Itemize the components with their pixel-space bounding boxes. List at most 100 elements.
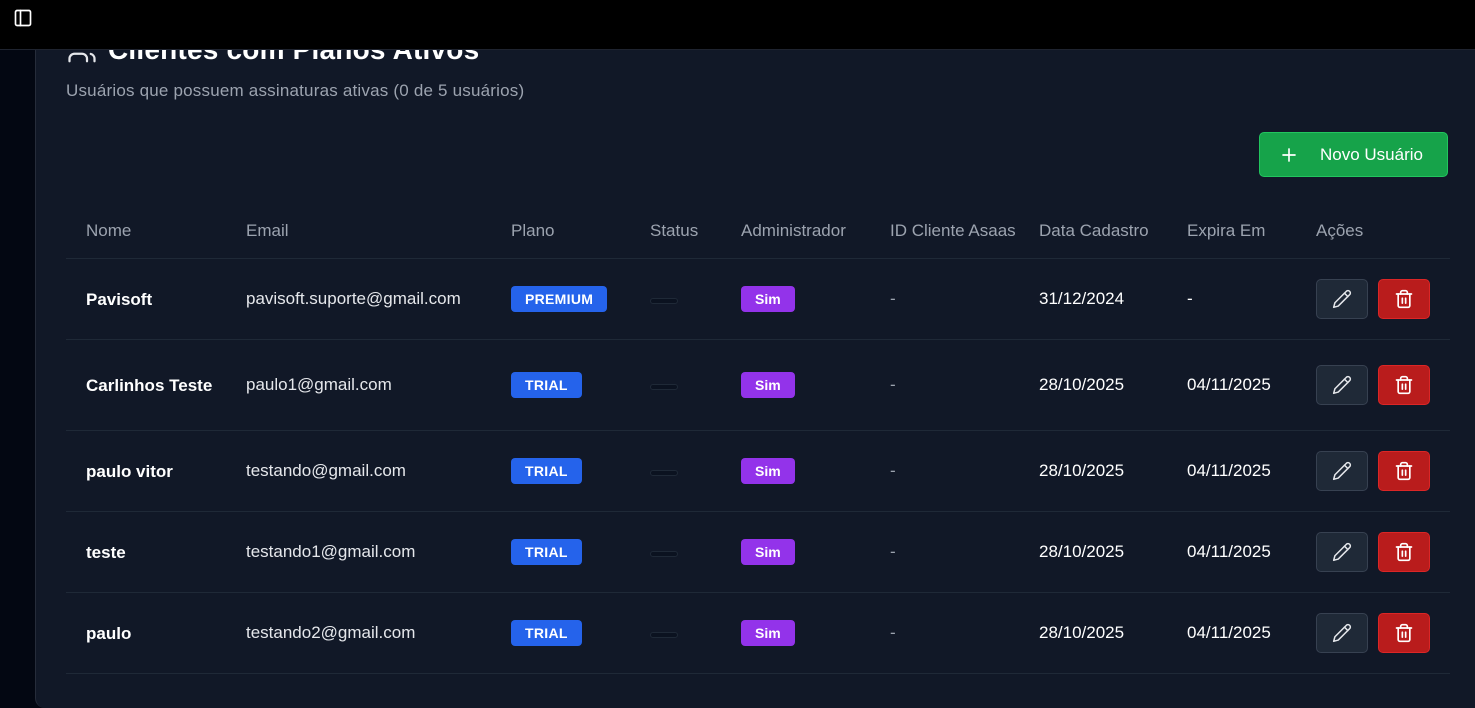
asaas-id: - bbox=[870, 511, 1019, 593]
plan-cell: PREMIUM bbox=[491, 258, 630, 340]
row-actions bbox=[1316, 365, 1450, 405]
created-date: 28/10/2025 bbox=[1019, 511, 1167, 593]
user-name: teste bbox=[66, 511, 226, 593]
row-actions bbox=[1316, 613, 1450, 653]
delete-button[interactable] bbox=[1378, 613, 1430, 653]
trash-icon bbox=[1395, 461, 1413, 481]
actions-cell bbox=[1296, 339, 1450, 431]
status-indicator bbox=[650, 470, 678, 476]
expiry-date: 04/11/2025 bbox=[1167, 592, 1296, 674]
trash-icon bbox=[1395, 375, 1413, 395]
table-row: Carlinhos Teste paulo1@gmail.com TRIAL S… bbox=[66, 339, 1450, 431]
edit-button[interactable] bbox=[1316, 613, 1368, 653]
users-table: Nome Email Plano Status Administrador ID… bbox=[66, 202, 1450, 674]
delete-button[interactable] bbox=[1378, 532, 1430, 572]
user-email: testando1@gmail.com bbox=[226, 511, 491, 593]
status-indicator bbox=[650, 384, 678, 390]
edit-button[interactable] bbox=[1316, 451, 1368, 491]
edit-button[interactable] bbox=[1316, 532, 1368, 572]
plan-badge: TRIAL bbox=[511, 620, 582, 646]
admin-cell: Sim bbox=[721, 592, 870, 674]
plus-icon bbox=[1280, 146, 1298, 164]
active-clients-card: Clientes com Planos Ativos Usuários que … bbox=[35, 8, 1475, 708]
admin-cell: Sim bbox=[721, 339, 870, 431]
status-cell bbox=[630, 592, 721, 674]
pencil-icon bbox=[1332, 289, 1352, 309]
created-date: 28/10/2025 bbox=[1019, 592, 1167, 674]
expiry-date: 04/11/2025 bbox=[1167, 511, 1296, 593]
page-subtitle: Usuários que possuem assinaturas ativas … bbox=[66, 81, 525, 100]
column-header-expira-em: Expira Em bbox=[1167, 202, 1296, 259]
expiry-date: 04/11/2025 bbox=[1167, 339, 1296, 431]
user-email: paulo1@gmail.com bbox=[226, 339, 491, 431]
status-cell bbox=[630, 258, 721, 340]
created-date: 31/12/2024 bbox=[1019, 258, 1167, 340]
column-header-email: Email bbox=[226, 202, 491, 259]
status-cell bbox=[630, 430, 721, 512]
plan-cell: TRIAL bbox=[491, 339, 630, 431]
admin-badge: Sim bbox=[741, 286, 795, 312]
asaas-id: - bbox=[870, 258, 1019, 340]
table-row: paulo vitor testando@gmail.com TRIAL Sim… bbox=[66, 430, 1450, 512]
admin-badge: Sim bbox=[741, 458, 795, 484]
column-header-plano: Plano bbox=[491, 202, 630, 259]
edit-button[interactable] bbox=[1316, 365, 1368, 405]
status-indicator bbox=[650, 298, 678, 304]
pencil-icon bbox=[1332, 542, 1352, 562]
admin-badge: Sim bbox=[741, 372, 795, 398]
column-header-nome: Nome bbox=[66, 202, 226, 259]
actions-cell bbox=[1296, 430, 1450, 512]
admin-cell: Sim bbox=[721, 511, 870, 593]
delete-button[interactable] bbox=[1378, 365, 1430, 405]
status-indicator bbox=[650, 632, 678, 638]
asaas-id: - bbox=[870, 339, 1019, 431]
plan-badge: TRIAL bbox=[511, 539, 582, 565]
user-name: Pavisoft bbox=[66, 258, 226, 340]
delete-button[interactable] bbox=[1378, 279, 1430, 319]
plan-cell: TRIAL bbox=[491, 592, 630, 674]
plan-badge: TRIAL bbox=[511, 372, 582, 398]
column-header-status: Status bbox=[630, 202, 721, 259]
user-name: paulo vitor bbox=[66, 430, 226, 512]
actions-cell bbox=[1296, 592, 1450, 674]
user-name: Carlinhos Teste bbox=[66, 339, 226, 431]
column-header-data-cadastro: Data Cadastro bbox=[1019, 202, 1167, 259]
admin-cell: Sim bbox=[721, 430, 870, 512]
row-actions bbox=[1316, 532, 1450, 572]
admin-badge: Sim bbox=[741, 539, 795, 565]
panel-left-icon[interactable] bbox=[12, 7, 34, 29]
status-cell bbox=[630, 511, 721, 593]
user-email: pavisoft.suporte@gmail.com bbox=[226, 258, 491, 340]
edit-button[interactable] bbox=[1316, 279, 1368, 319]
user-email: testando@gmail.com bbox=[226, 430, 491, 512]
trash-icon bbox=[1395, 289, 1413, 309]
plan-cell: TRIAL bbox=[491, 511, 630, 593]
actions-cell bbox=[1296, 258, 1450, 340]
plan-badge: PREMIUM bbox=[511, 286, 608, 312]
pencil-icon bbox=[1332, 375, 1352, 395]
admin-cell: Sim bbox=[721, 258, 870, 340]
status-cell bbox=[630, 339, 721, 431]
pencil-icon bbox=[1332, 461, 1352, 481]
top-bar bbox=[0, 0, 1475, 50]
new-user-button[interactable]: Novo Usuário bbox=[1259, 132, 1448, 177]
admin-badge: Sim bbox=[741, 620, 795, 646]
created-date: 28/10/2025 bbox=[1019, 430, 1167, 512]
table-row: Pavisoft pavisoft.suporte@gmail.com PREM… bbox=[66, 258, 1450, 340]
user-email: testando2@gmail.com bbox=[226, 592, 491, 674]
expiry-date: 04/11/2025 bbox=[1167, 430, 1296, 512]
table-row: paulo testando2@gmail.com TRIAL Sim - 28… bbox=[66, 592, 1450, 674]
column-header-asaas-id: ID Cliente Asaas bbox=[870, 202, 1019, 259]
trash-icon bbox=[1395, 623, 1413, 643]
asaas-id: - bbox=[870, 430, 1019, 512]
actions-cell bbox=[1296, 511, 1450, 593]
column-header-acoes: Ações bbox=[1296, 202, 1450, 259]
row-actions bbox=[1316, 451, 1450, 491]
status-indicator bbox=[650, 551, 678, 557]
user-name: paulo bbox=[66, 592, 226, 674]
trash-icon bbox=[1395, 542, 1413, 562]
expiry-date: - bbox=[1167, 258, 1296, 340]
delete-button[interactable] bbox=[1378, 451, 1430, 491]
pencil-icon bbox=[1332, 623, 1352, 643]
row-actions bbox=[1316, 279, 1450, 319]
